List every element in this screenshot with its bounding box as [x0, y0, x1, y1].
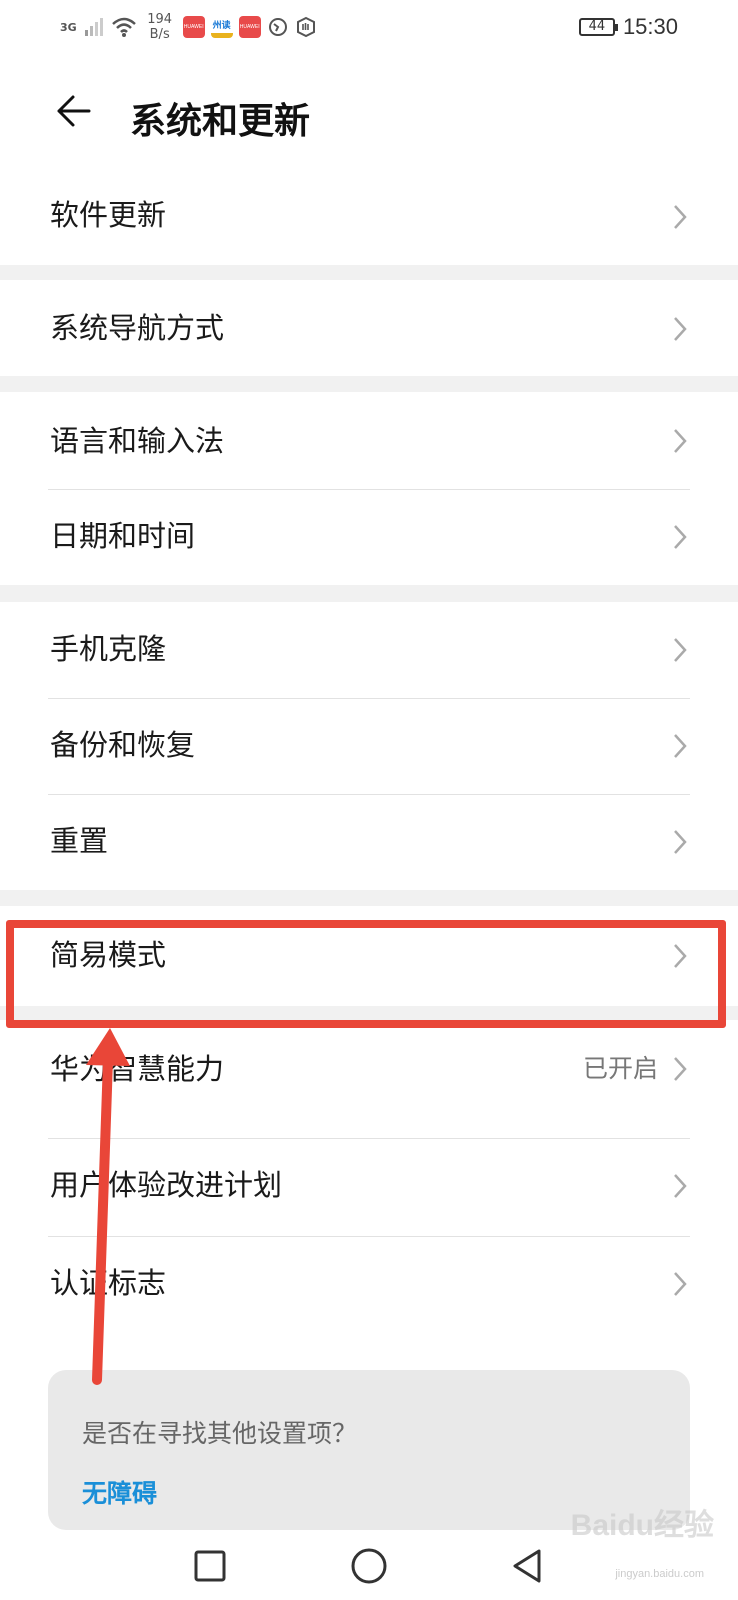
baidu-watermark-url: jingyan.baidu.com [615, 1568, 704, 1580]
network-type: 3G [60, 20, 77, 34]
chevron-right-icon [674, 1057, 687, 1081]
chevron-right-icon [674, 1174, 687, 1198]
group-nav-mode: 系统导航方式 [0, 280, 738, 376]
group-clone-backup-reset: 手机克隆 备份和恢复 重置 [0, 602, 738, 890]
item-phone-clone[interactable]: 手机克隆 [0, 602, 738, 698]
item-label: 手机克隆 [50, 632, 167, 666]
item-label: 系统导航方式 [50, 311, 225, 345]
item-label: 软件更新 [50, 198, 167, 232]
hand-icon [296, 16, 315, 38]
title-bar: 系统和更新 [0, 56, 738, 170]
item-label: 用户体验改进计划 [50, 1168, 283, 1202]
chevron-right-icon [674, 317, 687, 341]
huawei-app-icon-2: HUAWEI [238, 16, 261, 38]
reader-app-icon: 州读 [210, 16, 233, 38]
chevron-right-icon [674, 734, 687, 758]
network-speed: 194 B/s [143, 12, 177, 42]
item-label: 日期和时间 [50, 519, 196, 553]
accessibility-link[interactable]: 无障碍 [82, 1474, 157, 1510]
back-button[interactable] [48, 86, 98, 136]
item-label: 语言和输入法 [50, 424, 225, 458]
back-nav-button[interactable] [503, 1542, 551, 1590]
home-button[interactable] [345, 1542, 393, 1590]
baidu-watermark: Baidu经验 [570, 1509, 714, 1542]
item-certification[interactable]: 认证标志 [0, 1236, 738, 1332]
triangle-back-icon [513, 1549, 541, 1583]
item-reset[interactable]: 重置 [0, 794, 738, 890]
signal-icon [84, 18, 103, 36]
group-language-time: 语言和输入法 日期和时间 [0, 392, 738, 585]
item-backup[interactable]: 备份和恢复 [0, 698, 738, 794]
status-right: 44 15:30 [578, 14, 678, 40]
status-bar: 3G 194 B/s HUAWEI 州读 HUAWEI 44 15:30 [0, 0, 738, 56]
item-label: 备份和恢复 [50, 728, 196, 762]
status-left: 3G 194 B/s HUAWEI 州读 HUAWEI [60, 12, 317, 42]
wifi-icon [111, 17, 136, 37]
huawei-app-icon: HUAWEI [182, 16, 205, 38]
item-label: 华为智慧能力 [50, 1052, 225, 1086]
battery-icon: 44 [578, 18, 618, 36]
item-label: 重置 [50, 824, 109, 858]
item-label: 认证标志 [50, 1266, 167, 1300]
item-language[interactable]: 语言和输入法 [0, 392, 738, 489]
square-icon [194, 1550, 226, 1582]
item-nav-mode[interactable]: 系统导航方式 [0, 280, 738, 376]
item-date-time[interactable]: 日期和时间 [0, 489, 738, 585]
highlight-box [6, 920, 726, 1028]
chevron-right-icon [674, 205, 687, 229]
hint-question: 是否在寻找其他设置项？ [82, 1419, 358, 1448]
back-arrow-icon [57, 95, 91, 127]
page-title: 系统和更新 [130, 101, 311, 142]
chevron-right-icon [674, 638, 687, 662]
status-value: 已开启 [582, 1054, 658, 1083]
recents-button[interactable] [186, 1542, 234, 1590]
item-huawei-ai[interactable]: 华为智慧能力 已开启 [0, 1020, 738, 1138]
group-software-update: 软件更新 [0, 170, 738, 265]
speed-value: 194 [147, 12, 173, 27]
chevron-right-icon [674, 429, 687, 453]
item-software-update[interactable]: 软件更新 [0, 170, 738, 265]
circle-icon [351, 1548, 387, 1584]
item-ux-program[interactable]: 用户体验改进计划 [0, 1138, 738, 1236]
clock: 15:30 [622, 14, 678, 39]
chevron-right-icon [674, 830, 687, 854]
location-globe-icon [268, 18, 287, 36]
speed-unit: B/s [149, 27, 170, 42]
chevron-right-icon [674, 525, 687, 549]
chevron-right-icon [674, 1272, 687, 1296]
